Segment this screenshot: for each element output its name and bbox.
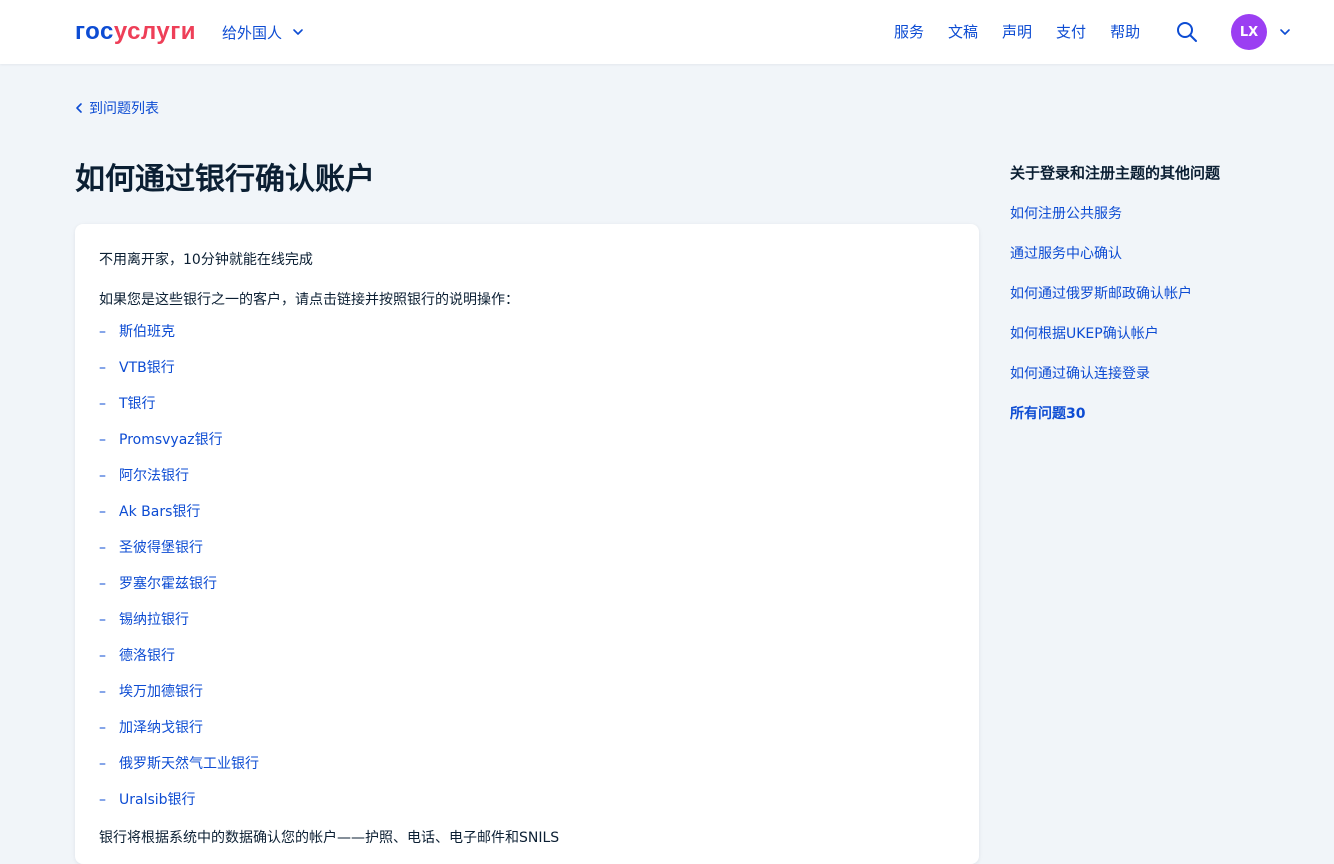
list-dash: – [99,468,106,484]
bank-list: – 斯伯班克 – VTB银行 – T银行 – Promsvyaz银行 – 阿尔法银行 – A… [99,321,955,825]
nav-services[interactable]: 服务 [894,20,924,44]
related-question-link[interactable]: 如何通过确认连接登录 [1010,366,1150,382]
list-item: – 圣彼得堡银行 [99,537,955,573]
chevron-down-icon [1280,29,1290,35]
related-question-link[interactable]: 如何根据UKEP确认帐户 [1010,326,1159,342]
list-dash: – [99,756,106,772]
related-questions: 关于登录和注册主题的其他问题 如何注册公共服务 通过服务中心确认 如何通过俄罗斯… [1010,162,1310,442]
bank-link[interactable]: VTB银行 [119,357,175,379]
list-item: 通过服务中心确认 [1010,242,1310,282]
list-dash: – [99,504,106,520]
list-item: – 俄罗斯天然气工业银行 [99,753,955,789]
lead-text: 如果您是这些银行之一的客户，请点击链接并按照银行的说明操作： [99,292,519,308]
logo-text-gos: гос [75,18,114,45]
search-icon[interactable] [1175,20,1199,44]
bank-link[interactable]: 加泽纳戈银行 [119,717,203,739]
list-item: 如何根据UKEP确认帐户 [1010,322,1310,362]
back-to-questions-link[interactable]: 到问题列表 [75,97,159,119]
bank-link[interactable]: 锡纳拉银行 [119,609,189,631]
article-card: 不用离开家，10分钟就能在线完成 如果您是这些银行之一的客户，请点击链接并按照银… [75,224,979,864]
list-item: – Promsvyaz银行 [99,429,955,465]
nav-help[interactable]: 帮助 [1110,20,1140,44]
bank-link[interactable]: 阿尔法银行 [119,465,189,487]
list-dash: – [99,576,106,592]
related-question-link[interactable]: 通过服务中心确认 [1010,246,1122,262]
chevron-down-icon [293,29,303,35]
bank-link[interactable]: T银行 [119,393,156,415]
list-dash: – [99,612,106,628]
avatar: LX [1231,14,1267,50]
audience-switch-label: 给外国人 [222,23,283,42]
chevron-left-icon [76,103,82,113]
nav-applications[interactable]: 声明 [1002,20,1032,44]
related-questions-title: 关于登录和注册主题的其他问题 [1010,164,1221,182]
related-question-link[interactable]: 如何注册公共服务 [1010,206,1122,222]
list-item: – 锡纳拉银行 [99,609,955,645]
list-dash: – [99,720,106,736]
bank-link[interactable]: 埃万加德银行 [119,681,203,703]
list-dash: – [99,396,106,412]
list-item: 所有问题30 [1010,402,1310,442]
list-dash: – [99,648,106,664]
list-item: – 斯伯班克 [99,321,955,357]
list-dash: – [99,540,106,556]
list-item: – T银行 [99,393,955,429]
gosuslugi-logo[interactable]: госуслуги [75,18,196,46]
list-item: – 埃万加德银行 [99,681,955,717]
page-title: 如何通过银行确认账户 [75,162,375,197]
nav-documents[interactable]: 文稿 [948,20,978,44]
list-item: – Ak Bars银行 [99,501,955,537]
list-item: – 加泽纳戈银行 [99,717,955,753]
bank-link[interactable]: Promsvyaz银行 [119,429,223,451]
list-dash: – [99,432,106,448]
bank-link[interactable]: 俄罗斯天然气工业银行 [119,753,259,775]
list-item: 如何通过确认连接登录 [1010,362,1310,402]
bank-link[interactable]: Uralsib银行 [119,789,196,811]
list-dash: – [99,360,106,376]
list-dash: – [99,792,106,808]
list-item: – 阿尔法银行 [99,465,955,501]
intro-text: 不用离开家，10分钟就能在线完成 [99,252,313,268]
bank-link[interactable]: 斯伯班克 [119,321,175,343]
back-link-label: 到问题列表 [89,101,159,117]
bank-link[interactable]: 罗塞尔霍兹银行 [119,573,217,595]
all-questions-link[interactable]: 所有问题30 [1010,406,1085,422]
footnote-text: 银行将根据系统中的数据确认您的帐户——护照、电话、电子邮件和SNILS [99,830,560,846]
audience-switch[interactable]: 给外国人 [222,20,304,44]
bank-link[interactable]: 圣彼得堡银行 [119,537,203,559]
top-header: госуслуги 给外国人 服务 文稿 声明 支付 帮助 LX [0,0,1334,64]
user-menu[interactable]: LX [1231,14,1291,50]
list-item: – 罗塞尔霍兹银行 [99,573,955,609]
main-nav: 服务 文稿 声明 支付 帮助 [894,20,1140,44]
logo-text-uslugi: услуги [113,18,196,45]
bank-link[interactable]: 德洛银行 [119,645,175,667]
bank-link[interactable]: Ak Bars银行 [119,501,200,523]
list-dash: – [99,684,106,700]
list-dash: – [99,324,106,340]
list-item: 如何注册公共服务 [1010,202,1310,242]
nav-payments[interactable]: 支付 [1056,20,1086,44]
related-questions-list: 如何注册公共服务 通过服务中心确认 如何通过俄罗斯邮政确认帐户 如何根据UKEP… [1010,202,1310,442]
list-item: – 德洛银行 [99,645,955,681]
list-item: – VTB银行 [99,357,955,393]
list-item: 如何通过俄罗斯邮政确认帐户 [1010,282,1310,322]
related-question-link[interactable]: 如何通过俄罗斯邮政确认帐户 [1010,286,1192,302]
list-item: – Uralsib银行 [99,789,955,825]
